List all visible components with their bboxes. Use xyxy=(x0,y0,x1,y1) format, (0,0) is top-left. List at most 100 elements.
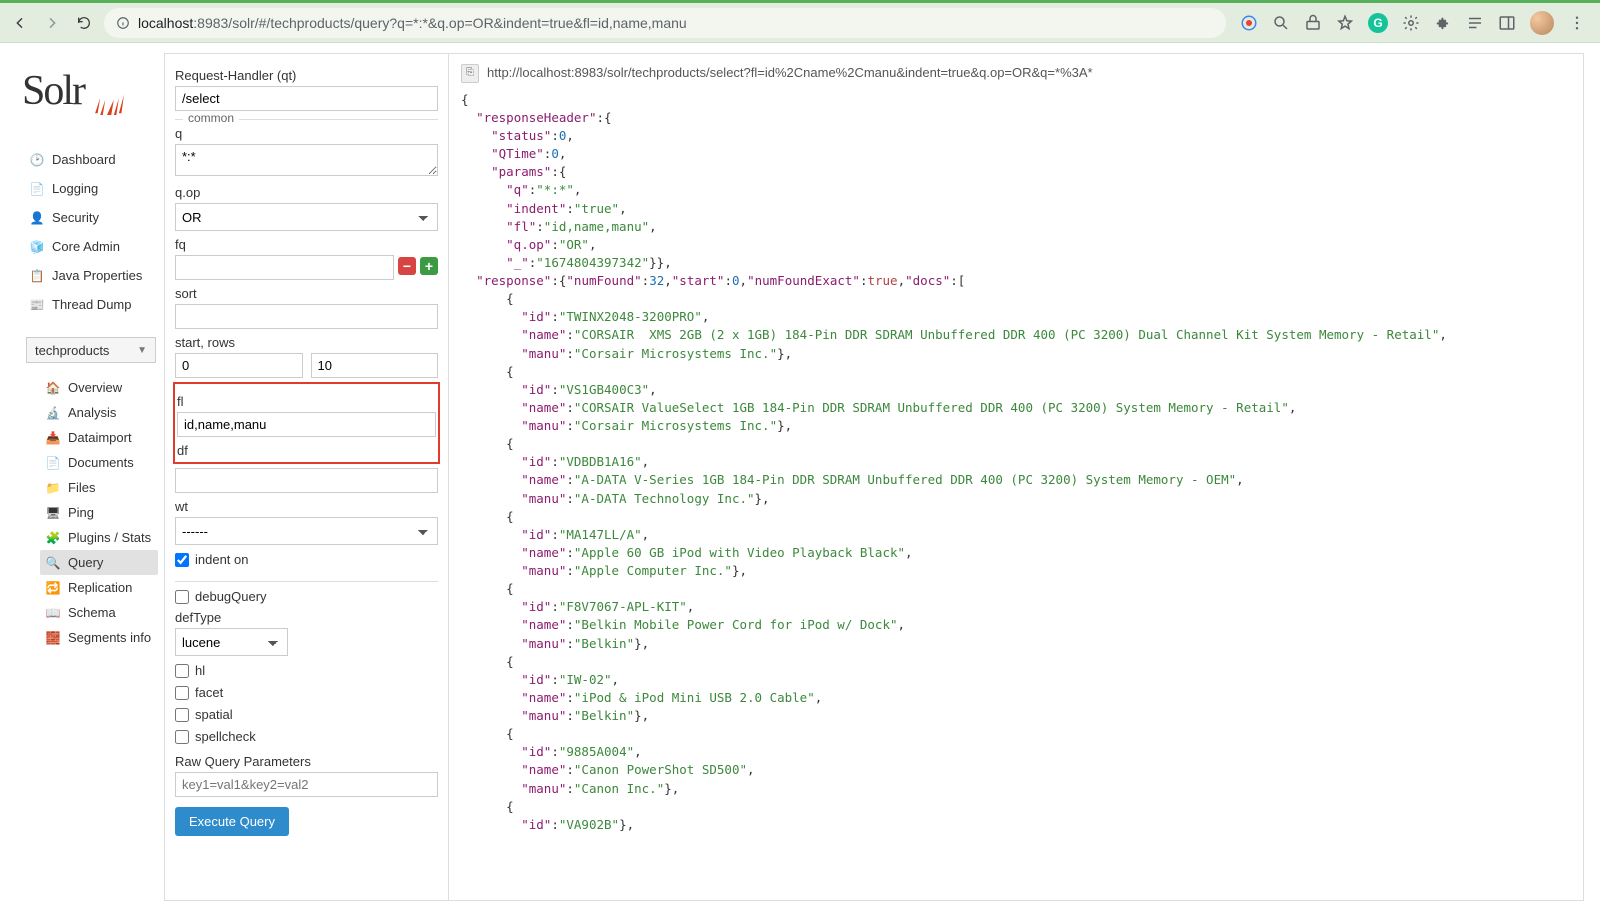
nav-item-java-properties[interactable]: 📋Java Properties xyxy=(26,261,164,290)
subnav-icon: 🧱 xyxy=(46,631,60,645)
side-panel-icon[interactable] xyxy=(1498,14,1516,32)
nav-icon: 🕑 xyxy=(30,153,44,167)
query-form-panel: Request-Handler (qt) common q q.op OR fq… xyxy=(164,53,448,901)
nav-icon: 📄 xyxy=(30,182,44,196)
nav-item-dashboard[interactable]: 🕑 Dashboard xyxy=(26,145,164,174)
sort-label: sort xyxy=(175,286,438,301)
subnav-label: Dataimport xyxy=(68,430,132,445)
indent-checkbox[interactable] xyxy=(175,553,189,567)
facet-checkbox[interactable] xyxy=(175,686,189,700)
fl-input[interactable] xyxy=(177,412,436,437)
subnav-icon: 🖥 xyxy=(46,506,60,520)
subnav-icon: 🔍 xyxy=(46,556,60,570)
profile-avatar[interactable] xyxy=(1530,11,1554,35)
qt-input[interactable] xyxy=(175,86,438,111)
fq-input[interactable] xyxy=(175,255,394,280)
subnav-item-analysis[interactable]: 🔬Analysis xyxy=(40,400,164,425)
qt-label: Request-Handler (qt) xyxy=(175,68,438,83)
subnav-label: Overview xyxy=(68,380,122,395)
spellcheck-checkbox[interactable] xyxy=(175,730,189,744)
fq-label: fq xyxy=(175,237,438,252)
debugquery-checkbox[interactable] xyxy=(175,590,189,604)
subnav-icon: 📄 xyxy=(46,456,60,470)
nav-icon: 👤 xyxy=(30,211,44,225)
hl-checkbox[interactable] xyxy=(175,664,189,678)
subnav-label: Files xyxy=(68,480,95,495)
fq-add-button[interactable]: + xyxy=(420,257,438,275)
nav-label: Dashboard xyxy=(52,152,116,167)
wt-select[interactable]: ------ xyxy=(175,517,438,545)
subnav-item-segments-info[interactable]: 🧱Segments info xyxy=(40,625,164,650)
subnav-icon: 📥 xyxy=(46,431,60,445)
subnav-label: Schema xyxy=(68,605,116,620)
subnav-item-query[interactable]: 🔍Query xyxy=(40,550,158,575)
nav-item-core-admin[interactable]: 🧊 Core Admin xyxy=(26,232,164,261)
nav-item-thread-dump[interactable]: 📰 Thread Dump xyxy=(26,290,164,319)
common-fieldset-label: common xyxy=(183,111,239,125)
core-selector[interactable]: techproducts ▼ xyxy=(26,337,156,363)
nav-label: Core Admin xyxy=(52,239,120,254)
raw-params-input[interactable] xyxy=(175,772,438,797)
subnav-icon: 🔬 xyxy=(46,406,60,420)
subnav-item-plugins-stats[interactable]: 🧩Plugins / Stats xyxy=(40,525,164,550)
core-selected-label: techproducts xyxy=(35,343,109,358)
nav-label: Thread Dump xyxy=(52,297,131,312)
url-host: localhost xyxy=(138,15,193,31)
address-bar[interactable]: localhost:8983/solr/#/techproducts/query… xyxy=(104,8,1226,38)
spellcheck-label: spellcheck xyxy=(195,729,256,744)
debugquery-label: debugQuery xyxy=(195,589,267,604)
subnav-item-documents[interactable]: 📄 Documents xyxy=(40,450,164,475)
nav-label: Java Properties xyxy=(52,268,142,283)
request-url[interactable]: http://localhost:8983/solr/techproducts/… xyxy=(487,64,1093,83)
extensions-puzzle-icon[interactable] xyxy=(1434,14,1452,32)
deftype-label: defType xyxy=(175,610,438,625)
share-icon[interactable] xyxy=(1304,14,1322,32)
subnav-item-overview[interactable]: 🏠Overview xyxy=(40,375,164,400)
reload-button[interactable] xyxy=(72,11,96,35)
sort-input[interactable] xyxy=(175,304,438,329)
hl-label: hl xyxy=(195,663,205,678)
back-button[interactable] xyxy=(8,11,32,35)
subnav-item-files[interactable]: 📁Files xyxy=(40,475,164,500)
result-panel: ⎘ http://localhost:8983/solr/techproduct… xyxy=(448,53,1584,901)
nav-icon: 🧊 xyxy=(30,240,44,254)
forward-button[interactable] xyxy=(40,11,64,35)
fq-remove-button[interactable]: − xyxy=(398,257,416,275)
q-input[interactable] xyxy=(175,144,438,176)
subnav-item-schema[interactable]: 📖 Schema xyxy=(40,600,164,625)
settings-gear-icon[interactable] xyxy=(1402,14,1420,32)
df-label: df xyxy=(177,443,436,458)
deftype-select[interactable]: lucene xyxy=(175,628,288,656)
nav-item-logging[interactable]: 📄Logging xyxy=(26,174,164,203)
fl-label: fl xyxy=(177,394,436,409)
rows-input[interactable] xyxy=(311,353,439,378)
bookmark-star-icon[interactable] xyxy=(1336,14,1354,32)
execute-query-button[interactable]: Execute Query xyxy=(175,807,289,836)
browser-toolbar: localhost:8983/solr/#/techproducts/query… xyxy=(0,3,1600,43)
google-icon[interactable] xyxy=(1240,14,1258,32)
df-input[interactable] xyxy=(175,468,438,493)
sidebar: Solr 🕑Dashboard📄Logging👤Security🧊Core Ad… xyxy=(0,43,164,911)
nav-icon: 📰 xyxy=(30,298,44,312)
raw-params-label: Raw Query Parameters xyxy=(175,754,438,769)
subnav-label: Documents xyxy=(68,455,134,470)
spatial-checkbox[interactable] xyxy=(175,708,189,722)
qop-label: q.op xyxy=(175,185,438,200)
url-rest: :8983/solr/#/techproducts/query?q=*:*&q.… xyxy=(193,15,686,31)
grammarly-icon[interactable]: G xyxy=(1368,13,1388,33)
subnav-item-dataimport[interactable]: 📥 Dataimport xyxy=(40,425,164,450)
browser-menu-icon[interactable] xyxy=(1568,14,1586,32)
subnav-item-ping[interactable]: 🖥 Ping xyxy=(40,500,164,525)
start-input[interactable] xyxy=(175,353,303,378)
json-response: { "responseHeader":{ "status":0, "QTime"… xyxy=(461,91,1571,834)
result-format-badge: ⎘ xyxy=(461,64,479,83)
browser-extension-icons: G xyxy=(1234,11,1592,35)
subnav-item-replication[interactable]: 🔁Replication xyxy=(40,575,164,600)
nav-item-security[interactable]: 👤Security xyxy=(26,203,164,232)
qop-select[interactable]: OR xyxy=(175,203,438,231)
facet-label: facet xyxy=(195,685,223,700)
reading-list-icon[interactable] xyxy=(1466,14,1484,32)
subnav-label: Ping xyxy=(68,505,94,520)
zoom-icon[interactable] xyxy=(1272,14,1290,32)
subnav-icon: 📖 xyxy=(46,606,60,620)
